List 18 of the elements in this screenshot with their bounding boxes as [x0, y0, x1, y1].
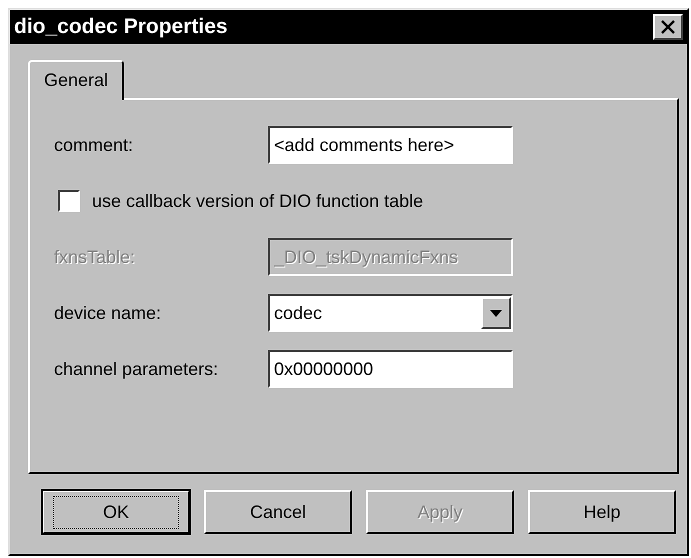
checkbox[interactable] — [58, 190, 80, 212]
text-field[interactable]: <add comments here> — [268, 126, 513, 164]
field-label: channel parameters: — [54, 358, 220, 380]
close-icon — [660, 20, 676, 34]
dialog-button[interactable]: Help — [528, 490, 676, 534]
checkbox-label: use callback version of DIO function table — [92, 190, 424, 212]
field-label: comment: — [54, 134, 134, 156]
tab[interactable]: General — [28, 60, 124, 100]
field-label: fxnsTable: — [54, 246, 136, 268]
field-label: device name: — [54, 302, 162, 324]
window-title: dio_codec Properties — [14, 15, 228, 39]
close-button[interactable] — [653, 14, 683, 40]
caret-icon — [490, 310, 502, 316]
dialog-button[interactable]: Cancel — [204, 490, 352, 534]
text-field[interactable]: 0x00000000 — [268, 350, 513, 388]
dropdown-button[interactable] — [481, 297, 511, 329]
dropdown[interactable]: codec — [268, 294, 513, 332]
dialog-button[interactable]: OK — [42, 490, 190, 534]
